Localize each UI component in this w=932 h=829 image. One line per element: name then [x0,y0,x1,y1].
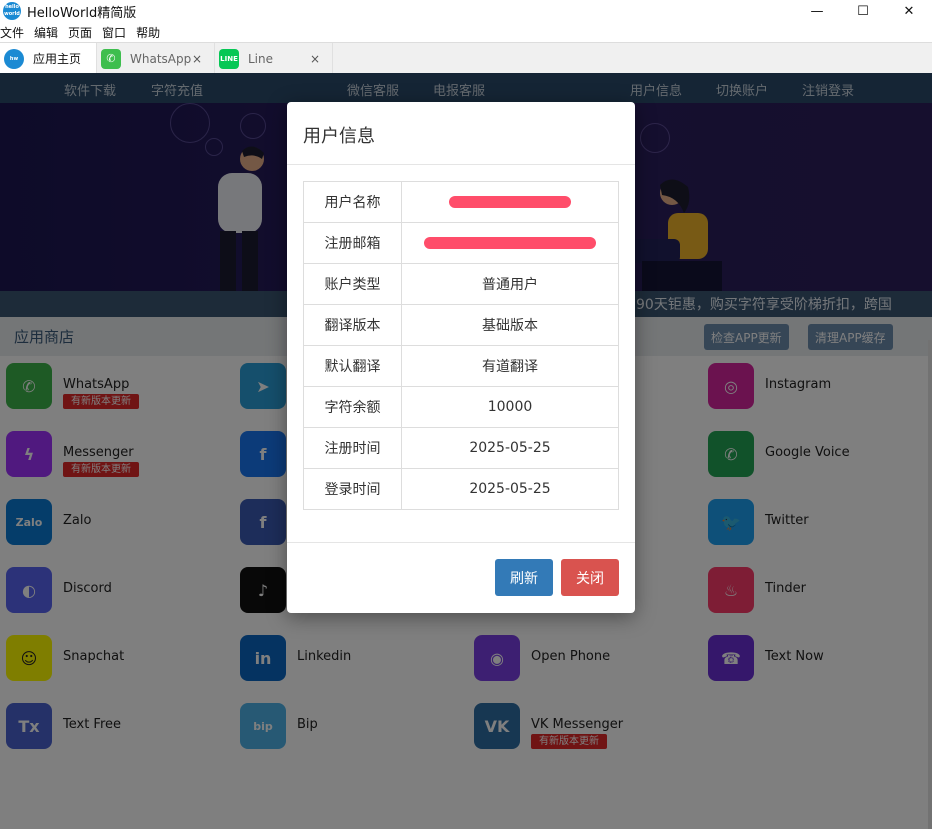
tab-label: Line [248,51,274,66]
tab-home[interactable]: hw 应用主页 [0,43,97,74]
minimize-button[interactable]: — [794,0,840,22]
helloworld-logo-icon: hello world [3,2,21,20]
redaction-mark [449,196,571,208]
table-row: 用户名称 [303,181,619,223]
user-info-table: 用户名称 注册邮箱 账户类型 普通用户 翻译版本 基础版本 默认翻译 有道翻译 字符余额 1000… [303,181,619,510]
dialog-title: 用户信息 [303,126,375,147]
helloworld-icon: hw [4,48,24,69]
maximize-button[interactable]: ☐ [840,0,886,22]
tab-whatsapp[interactable]: ✆ WhatsApp × [97,43,215,74]
table-row: 默认翻译 有道翻译 [303,345,619,387]
menu-file[interactable]: 文件 [0,24,24,41]
tab-label: WhatsApp [130,51,192,66]
menu-window[interactable]: 窗口 [102,24,126,41]
title-bar: hello world HelloWorld精简版 — ☐ ✕ [0,0,932,22]
field-value: 基础版本 [401,304,619,346]
user-info-dialog: 用户信息 用户名称 注册邮箱 账户类型 普通用户 翻译版本 基础版本 默认翻译 有道翻译 字符余… [287,102,635,613]
menu-page[interactable]: 页面 [68,24,92,41]
window-controls: — ☐ ✕ [794,0,932,22]
whatsapp-icon: ✆ [101,48,121,69]
field-value: 普通用户 [401,263,619,305]
line-icon: LINE [219,48,239,69]
menu-edit[interactable]: 编辑 [34,24,58,41]
refresh-button[interactable]: 刷新 [495,559,553,596]
field-label: 翻译版本 [303,304,402,346]
table-row: 登录时间 2025-05-25 [303,468,619,510]
field-label: 默认翻译 [303,345,402,387]
field-label: 登录时间 [303,468,402,510]
close-button[interactable]: 关闭 [561,559,619,596]
field-value: 有道翻译 [401,345,619,387]
tab-bar: hw 应用主页 ✆ WhatsApp × LINE Line × [0,42,932,74]
field-label: 注册邮箱 [303,222,402,264]
field-value [401,222,619,264]
field-value: 10000 [401,386,619,428]
field-label: 用户名称 [303,181,402,223]
table-row: 账户类型 普通用户 [303,263,619,305]
table-row: 字符余额 10000 [303,386,619,428]
table-row: 翻译版本 基础版本 [303,304,619,346]
tab-line[interactable]: LINE Line × [215,43,333,74]
field-label: 注册时间 [303,427,402,469]
close-window-button[interactable]: ✕ [886,0,932,22]
field-value: 2025-05-25 [401,468,619,510]
redaction-mark [424,237,596,249]
tab-label: 应用主页 [33,52,82,66]
field-label: 字符余额 [303,386,402,428]
table-row: 注册邮箱 [303,222,619,264]
field-label: 账户类型 [303,263,402,305]
field-value: 2025-05-25 [401,427,619,469]
table-row: 注册时间 2025-05-25 [303,427,619,469]
divider [287,542,635,543]
menu-help[interactable]: 帮助 [136,24,160,41]
tab-close-icon[interactable]: × [310,52,320,66]
field-value [401,181,619,223]
tab-close-icon[interactable]: × [192,52,202,66]
menu-bar: 文件 编辑 页面 窗口 帮助 [0,22,932,42]
divider [287,164,635,165]
window-title: HelloWorld精简版 [27,5,137,21]
